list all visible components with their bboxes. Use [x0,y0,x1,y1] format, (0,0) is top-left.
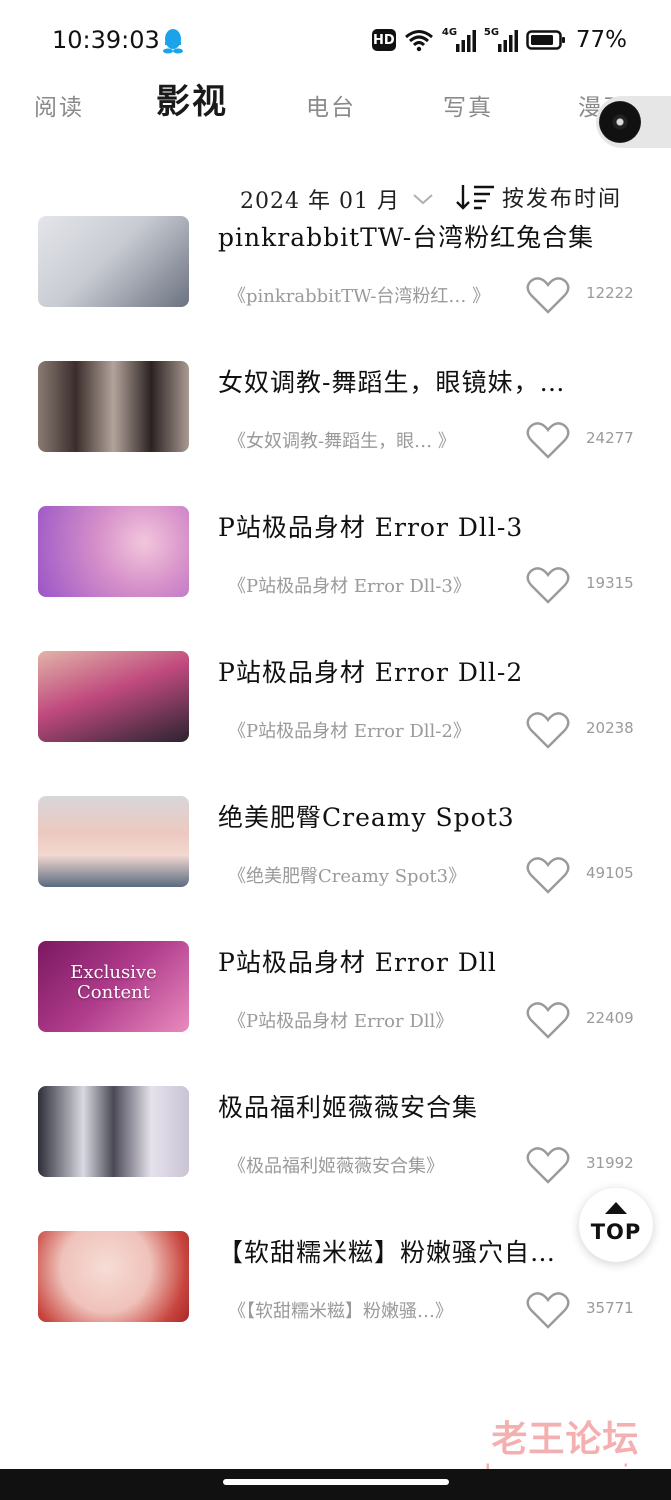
like-count: 12222 [586,284,634,302]
like-count: 35771 [586,1299,634,1317]
date-filter-label: 2024 年 01 月 [240,189,400,214]
list-item[interactable]: 【软甜糯米糍】粉嫩骚穴自… 《【软甜糯米糍】粉嫩骚…》 35771 [0,1229,671,1374]
like-count: 49105 [586,864,634,882]
item-title[interactable]: 【软甜糯米糍】粉嫩骚穴自… [218,1233,618,1269]
heart-icon[interactable] [525,999,571,1041]
thumbnail[interactable] [38,651,189,742]
battery-icon [526,30,565,50]
wifi-icon [404,30,433,52]
qq-penguin-icon [163,29,183,54]
signal-bars [497,30,518,52]
item-title[interactable]: 极品福利姬薇薇安合集 [218,1088,618,1124]
heart-icon[interactable] [525,419,571,461]
vinyl-disc-icon [599,101,641,143]
thumbnail[interactable] [38,1231,189,1322]
status-time: 10:39:03 [52,26,160,54]
thumbnail[interactable] [38,506,189,597]
list-item[interactable]: 极品福利姬薇薇安合集 《极品福利姬薇薇安合集》 31992 [0,1084,671,1229]
tab-photo[interactable]: 写真 [443,88,493,122]
heart-icon[interactable] [525,274,571,316]
category-tabs: 阅读 影视 电台 写真 漫画 [0,78,671,138]
like-count: 31992 [586,1154,634,1172]
heart-icon[interactable] [525,564,571,606]
item-subtitle: 《女奴调教-舞蹈生，眼… 》 [228,431,456,452]
sort-label: 按发布时间 [502,187,623,212]
item-title[interactable]: 女奴调教-舞蹈生，眼镜妹，… [218,363,618,399]
item-subtitle: 《P站极品身材 Error Dll-2》 [228,721,471,742]
list-item[interactable]: 女奴调教-舞蹈生，眼镜妹，… 《女奴调教-舞蹈生，眼… 》 24277 [0,359,671,504]
thumbnail[interactable] [38,216,189,307]
heart-icon[interactable] [525,1144,571,1186]
item-subtitle: 《P站极品身材 Error Dll-3》 [228,576,471,597]
status-icons: HD 4G 5G 77% [371,27,627,53]
hd-icon: HD [371,29,396,51]
item-subtitle: 《极品福利姬薇薇安合集》 [228,1156,444,1177]
back-to-top-button[interactable]: TOP [579,1188,653,1262]
date-filter[interactable]: 2024 年 01 月 [240,183,434,215]
home-indicator[interactable] [223,1479,449,1485]
item-title[interactable]: P站极品身材 Error Dll-2 [218,653,618,689]
sort-icon [456,185,494,210]
like-count: 20238 [586,719,634,737]
back-to-top-label: TOP [590,1220,642,1244]
arrow-up-icon [605,1202,627,1214]
battery-percent: 77% [575,27,627,53]
like-count: 24277 [586,429,634,447]
signal-5g-icon: 5G [484,27,518,52]
item-subtitle: 《绝美肥臀Creamy Spot3》 [228,866,467,887]
heart-icon[interactable] [525,709,571,751]
item-title[interactable]: 绝美肥臀Creamy Spot3 [218,798,618,834]
list-item[interactable]: P站极品身材 Error Dll-2 《P站极品身材 Error Dll-2》 … [0,649,671,794]
thumbnail[interactable]: Exclusive Content [38,941,189,1032]
item-title[interactable]: P站极品身材 Error Dll-3 [218,508,618,544]
tab-reading[interactable]: 阅读 [34,88,84,122]
item-subtitle: 《【软甜糯米糍】粉嫩骚…》 [228,1301,453,1322]
gesture-bar [0,1469,671,1500]
list-item[interactable]: Exclusive Content P站极品身材 Error Dll 《P站极品… [0,939,671,1084]
item-title[interactable]: P站极品身材 Error Dll [218,943,618,979]
sort-button[interactable]: 按发布时间 [456,181,622,213]
like-count: 19315 [586,574,634,592]
thumbnail-caption: Exclusive Content [70,962,157,1003]
item-subtitle: 《pinkrabbitTW-台湾粉红… 》 [228,286,491,307]
item-title[interactable]: pinkrabbitTW-台湾粉红兔合集 [218,218,618,254]
tab-radio[interactable]: 电台 [306,88,356,122]
thumbnail[interactable] [38,1086,189,1177]
list-item[interactable]: pinkrabbitTW-台湾粉红兔合集 《pinkrabbitTW-台湾粉红…… [0,214,671,359]
chevron-down-icon [413,194,433,205]
tab-video[interactable]: 影视 [156,74,228,123]
signal-bars [455,30,476,52]
list-item[interactable]: 绝美肥臀Creamy Spot3 《绝美肥臀Creamy Spot3》 4910… [0,794,671,939]
music-player-button[interactable] [596,96,671,148]
signal-4g-icon: 4G [442,27,476,52]
like-count: 22409 [586,1009,634,1027]
thumbnail[interactable] [38,796,189,887]
list-item[interactable]: P站极品身材 Error Dll-3 《P站极品身材 Error Dll-3》 … [0,504,671,649]
status-bar: 10:39:03 HD 4G 5G 77% [0,0,671,80]
heart-icon[interactable] [525,854,571,896]
video-list: pinkrabbitTW-台湾粉红兔合集 《pinkrabbitTW-台湾粉红…… [0,214,671,1374]
item-subtitle: 《P站极品身材 Error Dll》 [228,1011,454,1032]
watermark-cn: 老王论坛 [491,1419,640,1460]
thumbnail[interactable] [38,361,189,452]
heart-icon[interactable] [525,1289,571,1331]
